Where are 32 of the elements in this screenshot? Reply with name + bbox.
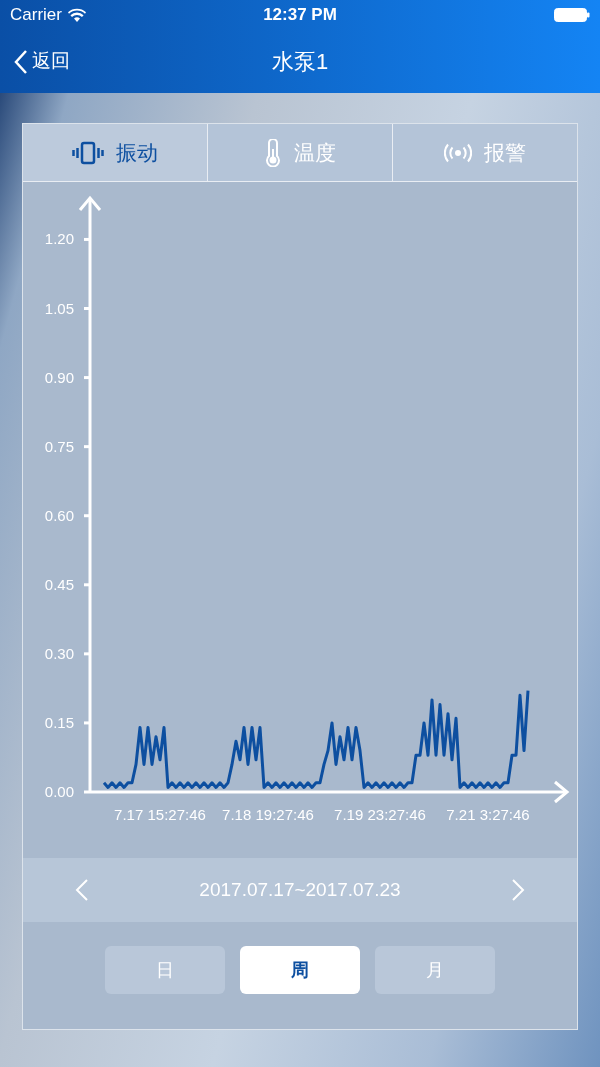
tab[interactable]: 温度	[207, 124, 392, 181]
x-tick-label: 7.19 23:27:46	[334, 806, 426, 823]
chevron-left-icon	[75, 878, 89, 902]
tab[interactable]: 报警	[392, 124, 577, 181]
battery-icon	[554, 8, 590, 22]
date-range-label: 2017.07.17~2017.07.23	[199, 877, 401, 902]
y-tick-label: 0.30	[44, 644, 74, 662]
period-button[interactable]: 周	[240, 946, 360, 994]
y-tick-label: 1.20	[44, 230, 74, 248]
y-tick-label: 0.45	[44, 575, 74, 593]
y-tick-label: 0.90	[44, 368, 74, 386]
back-button[interactable]: 返回	[14, 47, 70, 76]
y-tick-label: 0.00	[44, 783, 74, 800]
thermometer-icon	[264, 138, 282, 167]
x-tick-label: 7.21 3:27:46	[446, 806, 530, 823]
broadcast-icon	[444, 142, 472, 163]
y-tick-label: 0.75	[44, 437, 74, 455]
chevron-right-icon	[511, 878, 525, 902]
chevron-left-icon	[14, 48, 28, 75]
tab[interactable]: 振动	[23, 124, 207, 181]
vibration-icon	[72, 140, 104, 165]
y-tick-label: 0.60	[44, 506, 74, 524]
page-title: 水泵1	[271, 48, 329, 76]
clock-label: 12:37 PM	[263, 4, 337, 27]
x-tick-label: 7.17 15:27:46	[114, 806, 206, 823]
carrier-label: Carrier	[10, 4, 62, 27]
y-tick-label: 1.05	[44, 299, 74, 317]
period-button[interactable]: 日	[105, 946, 225, 994]
period-button[interactable]: 月	[375, 946, 495, 994]
x-tick-label: 7.18 19:27:46	[222, 806, 314, 823]
wifi-icon	[67, 8, 86, 22]
y-tick-label: 0.15	[44, 713, 74, 731]
